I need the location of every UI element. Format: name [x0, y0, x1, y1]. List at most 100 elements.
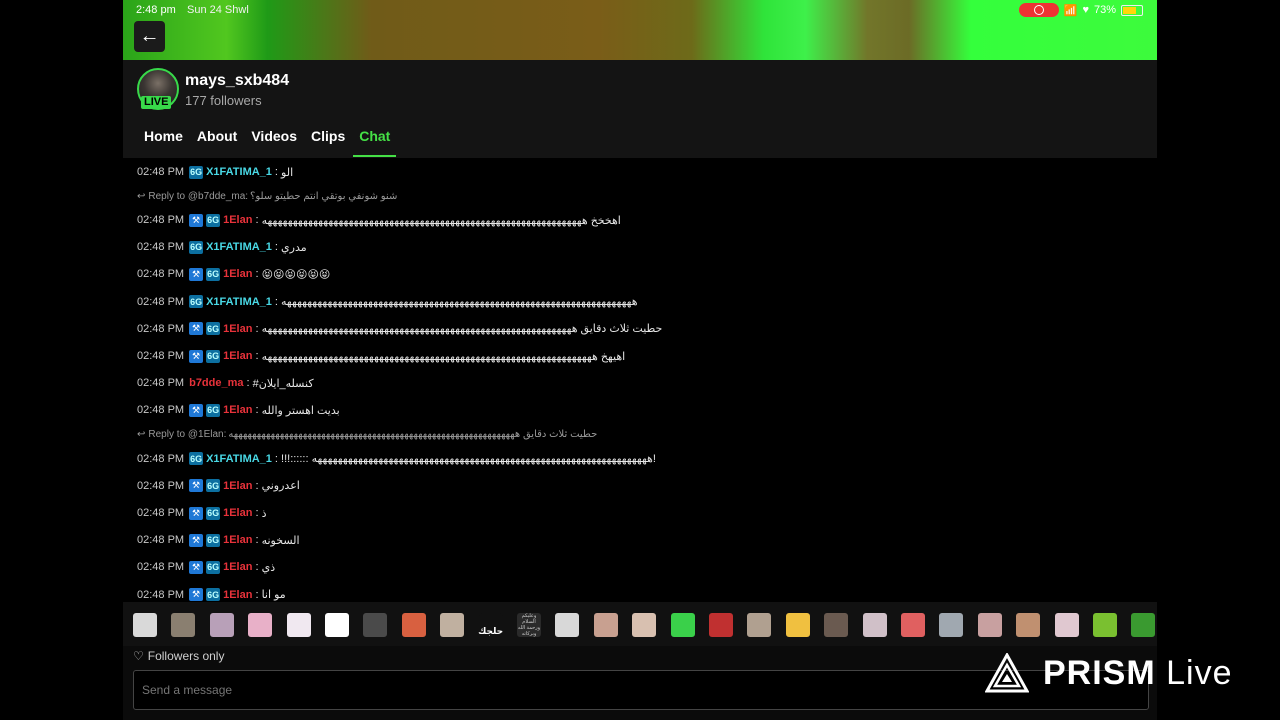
message-text: ذي [261, 561, 276, 574]
message-username[interactable]: X1FATIMA_1 [206, 241, 272, 253]
message-username[interactable]: 1Elan [223, 404, 252, 416]
reply-context[interactable]: ↩ Reply to @b7dde_ma: شنو شونفي بوتقي انتم… [137, 190, 397, 202]
tab-chat[interactable]: Chat [353, 128, 397, 157]
chat-log[interactable]: 02:48 PM 6G X1FATIMA_1: الو ↩ Reply to @b7dd… [123, 158, 1157, 602]
message-username[interactable]: 1Elan [223, 589, 252, 601]
emote-icon[interactable] [401, 613, 426, 637]
subscriber-badge-icon[interactable]: 6G [206, 349, 221, 363]
text-emote-icon[interactable]: حلجك [478, 613, 503, 637]
tab-clips[interactable]: Clips [311, 128, 345, 156]
emote-icon[interactable] [248, 613, 273, 637]
moderator-badge-icon[interactable]: ⚒ [189, 560, 204, 574]
message-username[interactable]: 1Elan [223, 480, 252, 492]
tab-videos[interactable]: Videos [251, 128, 297, 156]
moderator-badge-icon[interactable]: ⚒ [189, 267, 204, 281]
subscriber-badge-icon[interactable]: 6G [189, 295, 204, 309]
emote-icon[interactable] [747, 613, 772, 637]
message-time: 02:48 PM [137, 268, 185, 281]
message-text: حطيت ثلاث دقايق هههههههههههههههههههههههه… [261, 323, 663, 336]
message-username[interactable]: 1Elan [223, 534, 252, 546]
reply-target: Reply to @b7dde_ma: [148, 190, 249, 202]
chat-message[interactable]: 02:48 PM 6G X1FATIMA_1: هههههههههههههههههه… [137, 294, 638, 310]
subscriber-badge-icon[interactable]: 6G [206, 560, 221, 574]
message-username[interactable]: 1Elan [223, 561, 252, 573]
emote-icon[interactable] [171, 613, 196, 637]
emote-icon[interactable] [1093, 613, 1117, 637]
chat-message[interactable]: 02:48 PM ⚒ 6G 1Elan: 😝😝😝😝😝😝 [137, 266, 330, 282]
chat-message[interactable]: 02:48 PM ⚒ 6G 1Elan: بديت اهستر والله [137, 402, 340, 418]
chat-message[interactable]: 02:48 PM ⚒ 6G 1Elan: اعدروني [137, 478, 300, 494]
chat-message[interactable]: 02:48 PM ⚒ 6G 1Elan: ذي [137, 559, 275, 575]
tab-home[interactable]: Home [144, 128, 183, 156]
tab-about[interactable]: About [197, 128, 237, 156]
subscriber-badge-icon[interactable]: 6G [206, 267, 221, 281]
moderator-badge-icon[interactable]: ⚒ [189, 479, 204, 493]
text-emote-icon[interactable]: وعليكم السلام ورحمة الله وبركاته [517, 613, 541, 637]
emote-icon[interactable] [440, 613, 465, 637]
emote-icon[interactable] [1016, 613, 1041, 637]
message-username[interactable]: b7dde_ma [189, 377, 243, 389]
chat-message[interactable]: 02:48 PM ⚒ 6G 1Elan: اهيهخ هههههههههههههههه… [137, 348, 625, 364]
message-text: اعدروني [261, 480, 300, 493]
chat-message[interactable]: 02:48 PM 6G X1FATIMA_1: !!!:::::: هههههههه… [137, 451, 656, 467]
chat-message[interactable]: 02:48 PM 6G X1FATIMA_1: الو [137, 164, 293, 180]
message-username[interactable]: 1Elan [223, 323, 252, 335]
subscriber-badge-icon[interactable]: 6G [206, 213, 221, 227]
emote-icon[interactable] [325, 613, 349, 637]
chat-message[interactable]: 02:48 PM ⚒ 6G 1Elan: اهخخخ هههههههههههههههه… [137, 212, 621, 228]
emote-icon[interactable] [939, 613, 964, 637]
emote-icon[interactable] [555, 613, 580, 637]
subscriber-badge-icon[interactable]: 6G [189, 165, 204, 179]
battery-fill [1123, 6, 1137, 14]
message-username[interactable]: 1Elan [223, 268, 252, 280]
message-username[interactable]: X1FATIMA_1 [206, 166, 272, 178]
channel-name[interactable]: mays_sxb484 [185, 72, 289, 90]
subscriber-badge-icon[interactable]: 6G [206, 506, 221, 520]
subscriber-badge-icon[interactable]: 6G [189, 240, 204, 254]
subscriber-badge-icon[interactable]: 6G [206, 322, 221, 336]
moderator-badge-icon[interactable]: ⚒ [189, 533, 204, 547]
moderator-badge-icon[interactable]: ⚒ [189, 349, 204, 363]
emote-icon[interactable] [133, 613, 157, 637]
back-button[interactable]: ← [134, 21, 165, 52]
emote-icon[interactable] [670, 613, 695, 637]
chat-message[interactable]: 02:48 PM ⚒ 6G 1Elan: السخونه [137, 532, 300, 548]
message-username[interactable]: X1FATIMA_1 [206, 296, 272, 308]
subscriber-badge-icon[interactable]: 6G [206, 533, 221, 547]
chat-message[interactable]: 02:48 PM ⚒ 6G 1Elan: ذ [137, 505, 266, 521]
message-input[interactable] [133, 670, 1149, 710]
emote-icon[interactable] [824, 613, 849, 637]
reply-context[interactable]: ↩ Reply to @1Elan: حطيت ثلاث دقايق ههههههه… [137, 429, 597, 441]
moderator-badge-icon[interactable]: ⚒ [189, 506, 204, 520]
message-username[interactable]: 1Elan [223, 507, 252, 519]
moderator-badge-icon[interactable]: ⚒ [189, 213, 204, 227]
emote-icon[interactable] [632, 613, 657, 637]
subscriber-badge-icon[interactable]: 6G [189, 452, 204, 466]
emote-icon[interactable] [209, 613, 234, 637]
chat-message[interactable]: 02:48 PM ⚒ 6G 1Elan: حطيت ثلاث دقايق هههههه… [137, 321, 662, 337]
emote-icon[interactable] [977, 613, 1002, 637]
message-username[interactable]: 1Elan [223, 350, 252, 362]
screen-record-icon[interactable] [1018, 3, 1059, 17]
message-username[interactable]: 1Elan [223, 214, 252, 226]
subscriber-badge-icon[interactable]: 6G [206, 403, 221, 417]
moderator-badge-icon[interactable]: ⚒ [189, 588, 204, 602]
emote-icon[interactable] [709, 613, 733, 637]
emote-icon[interactable] [1131, 613, 1156, 637]
chat-message[interactable]: 02:48 PM 6G X1FATIMA_1: مدري [137, 239, 307, 255]
emote-icon[interactable] [286, 613, 311, 637]
moderator-badge-icon[interactable]: ⚒ [189, 403, 204, 417]
emote-icon[interactable] [785, 613, 810, 637]
emote-icon[interactable] [363, 613, 388, 637]
subscriber-badge-icon[interactable]: 6G [206, 479, 221, 493]
emote-icon[interactable] [901, 613, 925, 637]
chat-message[interactable]: 02:48 PM ⚒ 6G 1Elan: مو انا [137, 587, 286, 603]
message-text: #كنسله_ايلان [252, 377, 314, 390]
subscriber-badge-icon[interactable]: 6G [206, 588, 221, 602]
chat-message[interactable]: 02:48 PM b7dde_ma: #كنسله_ايلان [137, 375, 314, 391]
moderator-badge-icon[interactable]: ⚒ [189, 322, 204, 336]
emote-icon[interactable] [1054, 613, 1079, 637]
message-username[interactable]: X1FATIMA_1 [206, 453, 272, 465]
emote-icon[interactable] [862, 613, 887, 637]
emote-icon[interactable] [593, 613, 618, 637]
